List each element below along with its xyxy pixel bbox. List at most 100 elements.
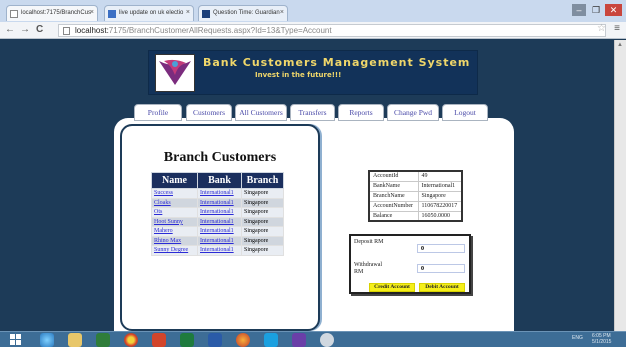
bank-link[interactable]: International1	[197, 245, 242, 256]
nav-tab-profile[interactable]: Profile	[134, 104, 182, 121]
nav-tab-logout[interactable]: Logout	[442, 104, 488, 121]
branch-cell: Singapore	[241, 197, 284, 208]
table-row: Ots International1 Singapore	[151, 207, 284, 218]
file-explorer-icon[interactable]	[68, 333, 82, 347]
language-indicator[interactable]: ENG	[572, 335, 583, 341]
chrome-icon[interactable]	[124, 333, 138, 347]
branch-cell: Singapore	[241, 226, 284, 237]
excel-icon[interactable]	[180, 333, 194, 347]
account-field-label: BranchName	[368, 190, 419, 202]
close-window-button[interactable]: ✕	[605, 4, 622, 16]
close-tab-icon[interactable]: ×	[186, 9, 190, 16]
transaction-form: Deposit RM 0 Withdrawal RM 0 Credit Acco…	[349, 234, 471, 294]
reload-icon[interactable]: C	[36, 24, 43, 35]
browser-tab-question-time[interactable]: Question Time: Guardian ×	[198, 5, 288, 21]
clock[interactable]: 6:05 PM 5/1/2015	[592, 333, 611, 345]
vertical-scrollbar[interactable]	[614, 40, 626, 331]
scroll-up-icon[interactable]: ▲	[617, 42, 623, 48]
firefox-icon[interactable]	[236, 333, 250, 347]
bank-logo	[155, 54, 195, 92]
forward-arrow-icon[interactable]: →	[20, 24, 30, 35]
bank-link[interactable]: International1	[197, 235, 242, 246]
skype-icon[interactable]	[264, 333, 278, 347]
browser-tab-branch-customers[interactable]: localhost:7175/BranchCus ×	[6, 5, 98, 21]
column-header-branch: Branch	[241, 172, 284, 189]
menu-icon[interactable]: ≡	[614, 23, 620, 34]
visual-studio-icon[interactable]	[292, 333, 306, 347]
withdrawal-amount-input[interactable]: 0	[417, 264, 465, 273]
app-icon[interactable]	[320, 333, 334, 347]
account-field-value: 16050.0000	[417, 210, 463, 222]
branch-cell: Singapore	[241, 216, 284, 227]
close-tab-icon[interactable]: ×	[90, 9, 94, 16]
address-bar: ← → C localhost:7175/BranchCustomerAllRe…	[0, 22, 626, 39]
table-row: Mahero International1 Singapore	[151, 226, 284, 237]
account-field-value: International1	[417, 180, 463, 192]
news-site-icon	[108, 10, 116, 18]
account-field-label: AccountId	[368, 170, 419, 182]
customer-name-link[interactable]: Mahero	[151, 226, 198, 237]
nav-tab-transfers[interactable]: Transfers	[290, 104, 335, 121]
deposit-amount-input[interactable]: 0	[417, 244, 465, 253]
customer-name-link[interactable]: Sunny Degree	[151, 245, 198, 256]
site-banner: Bank Customers Management System Invest …	[148, 50, 478, 95]
windows-start-icon[interactable]	[10, 334, 22, 346]
bank-link[interactable]: International1	[197, 188, 242, 199]
customer-name-link[interactable]: Hoot Sunny	[151, 216, 198, 227]
browser-tab-bar: localhost:7175/BranchCus × live update o…	[0, 0, 626, 22]
account-field-value: Singapore	[417, 190, 463, 202]
browser-tab-label: Question Time: Guardian	[213, 10, 280, 16]
back-arrow-icon[interactable]: ←	[5, 24, 15, 35]
green-app-icon[interactable]	[96, 333, 110, 347]
internet-explorer-icon[interactable]	[40, 333, 54, 347]
customer-name-link[interactable]: Ots	[151, 207, 198, 218]
table-row: Cloaks International1 Singapore	[151, 197, 284, 208]
withdrawal-label: Withdrawal RM	[354, 262, 383, 275]
word-icon[interactable]	[208, 333, 222, 347]
table-row: BranchName Singapore	[368, 190, 463, 202]
url-host: localhost:	[75, 26, 109, 35]
table-row: AccountNumber 110678220017	[368, 200, 463, 212]
site-tagline: Invest in the future!!!	[255, 71, 342, 79]
account-field-value: 110678220017	[417, 200, 463, 212]
table-row: Balance 16050.0000	[368, 210, 463, 222]
table-row: Sunny Degree International1 Singapore	[151, 245, 284, 256]
account-field-label: Balance	[368, 210, 419, 222]
page-icon	[63, 27, 70, 35]
close-tab-icon[interactable]: ×	[280, 9, 284, 16]
nav-tab-customers[interactable]: Customers	[186, 104, 232, 121]
guardian-site-icon	[202, 10, 210, 18]
table-row: Hoot Sunny International1 Singapore	[151, 216, 284, 227]
minimize-window-button[interactable]: –	[572, 4, 586, 16]
account-field-value: 49	[417, 170, 463, 182]
nav-tab-change-pwd[interactable]: Change Pwd	[387, 104, 439, 121]
customer-name-link[interactable]: Rhino Max	[151, 235, 198, 246]
bookmark-star-icon[interactable]: ☆	[597, 23, 606, 34]
nav-tab-reports[interactable]: Reports	[338, 104, 384, 121]
panel-title: Branch Customers	[163, 150, 277, 165]
column-header-name: Name	[151, 172, 198, 189]
bank-link[interactable]: International1	[197, 197, 242, 208]
bank-link[interactable]: International1	[197, 226, 242, 237]
url-field[interactable]: localhost:7175/BranchCustomerAllRequests…	[58, 24, 606, 37]
debit-account-button[interactable]: Debit Account	[419, 283, 465, 292]
maximize-window-button[interactable]: ❐	[589, 4, 603, 16]
powerpoint-icon[interactable]	[152, 333, 166, 347]
bank-link[interactable]: International1	[197, 216, 242, 227]
table-row: Rhino Max International1 Singapore	[151, 235, 284, 246]
customer-name-link[interactable]: Cloaks	[151, 197, 198, 208]
url-path: 7175/BranchCustomerAllRequests.aspx?Id=1…	[108, 26, 332, 35]
customer-name-link[interactable]: Success	[151, 188, 198, 199]
site-title: Bank Customers Management System	[203, 56, 471, 69]
credit-account-button[interactable]: Credit Account	[369, 283, 415, 292]
column-header-bank: Bank	[197, 172, 242, 189]
browser-tab-live-update[interactable]: live update on uk electio ×	[104, 5, 194, 21]
account-field-label: BankName	[368, 180, 419, 192]
bank-link[interactable]: International1	[197, 207, 242, 218]
deposit-label: Deposit RM	[354, 239, 384, 245]
branch-customers-table: Name Bank Branch Success International1 …	[151, 172, 284, 256]
table-header-row: Name Bank Branch	[151, 172, 284, 189]
table-row: BankName International1	[368, 180, 463, 192]
page-icon	[10, 10, 18, 18]
nav-tab-all-customers[interactable]: All Customers	[235, 104, 287, 121]
